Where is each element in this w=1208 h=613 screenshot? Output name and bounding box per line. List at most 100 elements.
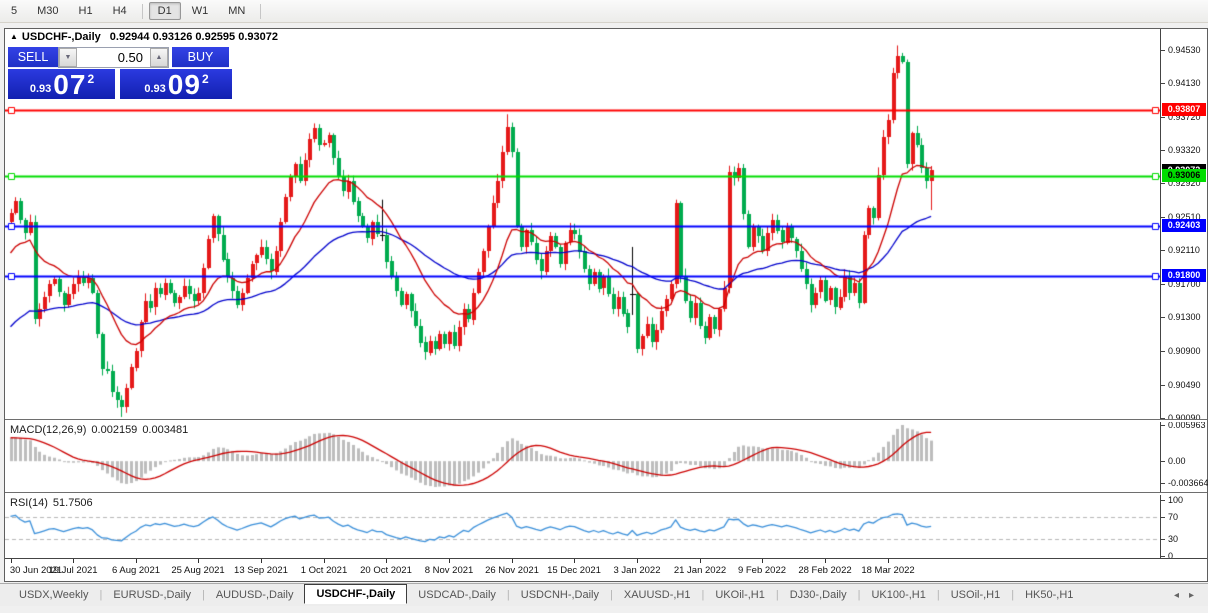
time-axis[interactable]: 30 Jun 202119 Jul 20216 Aug 202125 Aug 2… bbox=[5, 558, 1207, 581]
chart-tab-usdxweekly[interactable]: USDX,Weekly bbox=[8, 586, 99, 604]
axis-tick-mark bbox=[1161, 539, 1165, 540]
spread-increase-button[interactable]: ▲ bbox=[150, 48, 168, 67]
price-axis-label: 0.93320 bbox=[1168, 145, 1201, 155]
time-axis-tick bbox=[261, 559, 262, 563]
price-axis[interactable]: 0.945300.941300.937200.933200.929200.925… bbox=[1160, 29, 1207, 558]
timeframe-button-5[interactable]: 5 bbox=[2, 2, 26, 20]
chart-frame: ▲ USDCHF-,Daily 0.92944 0.93126 0.92595 0.… bbox=[4, 28, 1208, 582]
axis-tick-mark bbox=[1161, 385, 1165, 386]
rsi-axis-label: 30 bbox=[1168, 534, 1178, 544]
axis-tick-mark bbox=[1161, 425, 1165, 426]
tab-scroll-left-icon[interactable]: ◂ bbox=[1174, 590, 1179, 601]
timeframe-toolbar: 5M30H1H4 D1W1MN bbox=[0, 0, 1208, 23]
chart-tab-dj30daily[interactable]: DJ30-,Daily bbox=[779, 586, 858, 604]
chart-tab-eurusddaily[interactable]: EURUSD-,Daily bbox=[102, 586, 202, 604]
chart-tab-usdcaddaily[interactable]: USDCAD-,Daily bbox=[407, 586, 507, 604]
time-axis-tick bbox=[11, 559, 12, 563]
rsi-label: RSI(14) 51.7506 bbox=[10, 497, 98, 509]
time-axis-label: 28 Feb 2022 bbox=[790, 565, 860, 576]
macd-name: MACD(12,26,9) bbox=[10, 424, 86, 436]
price-axis-label: 0.90490 bbox=[1168, 380, 1201, 390]
level-price-tag-0.93006: 0.93006 bbox=[1162, 169, 1206, 182]
sell-button[interactable]: SELL bbox=[8, 47, 58, 68]
timeframe-button-d1[interactable]: D1 bbox=[149, 2, 181, 20]
time-axis-tick bbox=[574, 559, 575, 563]
price-axis-label: 0.90900 bbox=[1168, 346, 1201, 356]
chart-tab-usdchfdaily[interactable]: USDCHF-,Daily bbox=[304, 584, 407, 604]
time-axis-tick bbox=[700, 559, 701, 563]
time-axis-label: 26 Nov 2021 bbox=[477, 565, 547, 576]
ohlc-readout: 0.92944 0.93126 0.92595 0.93072 bbox=[110, 31, 278, 43]
time-axis-label: 9 Feb 2022 bbox=[727, 565, 797, 576]
time-axis-tick bbox=[512, 559, 513, 563]
collapse-panel-icon[interactable]: ▲ bbox=[10, 32, 18, 41]
sell-price-display[interactable]: 0.93072 bbox=[8, 69, 115, 99]
timeframe-button-h4[interactable]: H4 bbox=[104, 2, 136, 20]
rsi-indicator-canvas[interactable] bbox=[5, 495, 1160, 558]
axis-tick-mark bbox=[1161, 150, 1165, 151]
timeframe-button-w1[interactable]: W1 bbox=[183, 2, 218, 20]
axis-tick-mark bbox=[1161, 556, 1165, 557]
axis-tick-mark bbox=[1161, 183, 1165, 184]
panel-splitter-macd[interactable] bbox=[5, 419, 1207, 422]
chart-tab-xauusdh1[interactable]: XAUUSD-,H1 bbox=[613, 586, 702, 604]
spread-decrease-button[interactable]: ▼ bbox=[59, 48, 77, 67]
timeframe-button-h1[interactable]: H1 bbox=[70, 2, 102, 20]
time-axis-tick bbox=[324, 559, 325, 563]
time-axis-tick bbox=[888, 559, 889, 563]
time-axis-tick bbox=[73, 559, 74, 563]
time-axis-label: 15 Dec 2021 bbox=[539, 565, 609, 576]
axis-tick-mark bbox=[1161, 351, 1165, 352]
time-axis-label: 20 Oct 2021 bbox=[351, 565, 421, 576]
rsi-name: RSI(14) bbox=[10, 497, 48, 509]
axis-tick-mark bbox=[1161, 500, 1165, 501]
chart-tab-uk100h1[interactable]: UK100-,H1 bbox=[860, 586, 936, 604]
sell-price-prefix: 0.93 bbox=[30, 83, 51, 95]
buy-price-digits: 09 bbox=[168, 72, 201, 98]
time-axis-tick bbox=[762, 559, 763, 563]
chart-tab-ukoilh1[interactable]: UKOil-,H1 bbox=[704, 586, 776, 604]
one-click-trade-widget: SELL ▼ 0.50 ▲ BUY 0.93072 0.93092 bbox=[8, 47, 232, 99]
axis-tick-mark bbox=[1161, 250, 1165, 251]
rsi-axis-label: 100 bbox=[1168, 495, 1183, 505]
time-axis-tick bbox=[198, 559, 199, 563]
macd-signal-value: 0.003481 bbox=[142, 424, 188, 436]
timeframe-button-mn[interactable]: MN bbox=[219, 2, 254, 20]
spread-value[interactable]: 0.50 bbox=[77, 48, 150, 67]
axis-tick-mark bbox=[1161, 217, 1165, 218]
rsi-value: 51.7506 bbox=[53, 497, 93, 509]
time-axis-tick bbox=[136, 559, 137, 563]
chart-tab-usdcnhdaily[interactable]: USDCNH-,Daily bbox=[510, 586, 610, 604]
chart-title: ▲ USDCHF-,Daily 0.92944 0.93126 0.92595 0.… bbox=[10, 31, 278, 43]
axis-tick-mark bbox=[1161, 117, 1165, 118]
sell-price-digits: 07 bbox=[53, 72, 86, 98]
time-axis-tick bbox=[825, 559, 826, 563]
timeframe-button-m30[interactable]: M30 bbox=[28, 2, 67, 20]
buy-button[interactable]: BUY bbox=[172, 47, 229, 68]
chart-tab-hk50h1[interactable]: HK50-,H1 bbox=[1014, 586, 1084, 604]
chart-tab-usoilh1[interactable]: USOil-,H1 bbox=[940, 586, 1012, 604]
trading-platform-window: 5M30H1H4 D1W1MN ▲ USDCHF-,Daily 0.92944 0.9… bbox=[0, 0, 1208, 613]
rsi-axis-label: 70 bbox=[1168, 512, 1178, 522]
price-axis-label: 0.94130 bbox=[1168, 78, 1201, 88]
time-axis-label: 8 Nov 2021 bbox=[414, 565, 484, 576]
time-axis-label: 19 Jul 2021 bbox=[38, 565, 108, 576]
macd-axis-label: -0.003664 bbox=[1168, 478, 1208, 488]
tab-scroll-arrows: ◂▸ bbox=[1174, 590, 1194, 601]
buy-price-display[interactable]: 0.93092 bbox=[120, 69, 232, 99]
axis-tick-mark bbox=[1161, 483, 1165, 484]
time-axis-tick bbox=[637, 559, 638, 563]
macd-main-value: 0.002159 bbox=[91, 424, 137, 436]
price-axis-label: 0.94530 bbox=[1168, 45, 1201, 55]
level-price-tag-0.91800: 0.91800 bbox=[1162, 269, 1206, 282]
time-axis-tick bbox=[449, 559, 450, 563]
chart-tab-audusddaily[interactable]: AUDUSD-,Daily bbox=[205, 586, 305, 604]
time-axis-label: 18 Mar 2022 bbox=[853, 565, 923, 576]
axis-tick-mark bbox=[1161, 284, 1165, 285]
tab-scroll-right-icon[interactable]: ▸ bbox=[1189, 590, 1194, 601]
panel-splitter-rsi[interactable] bbox=[5, 492, 1207, 495]
time-axis-label: 25 Aug 2021 bbox=[163, 565, 233, 576]
toolbar-separator bbox=[260, 4, 261, 19]
symbol-name: USDCHF-,Daily bbox=[22, 31, 101, 43]
buy-price-prefix: 0.93 bbox=[144, 83, 165, 95]
